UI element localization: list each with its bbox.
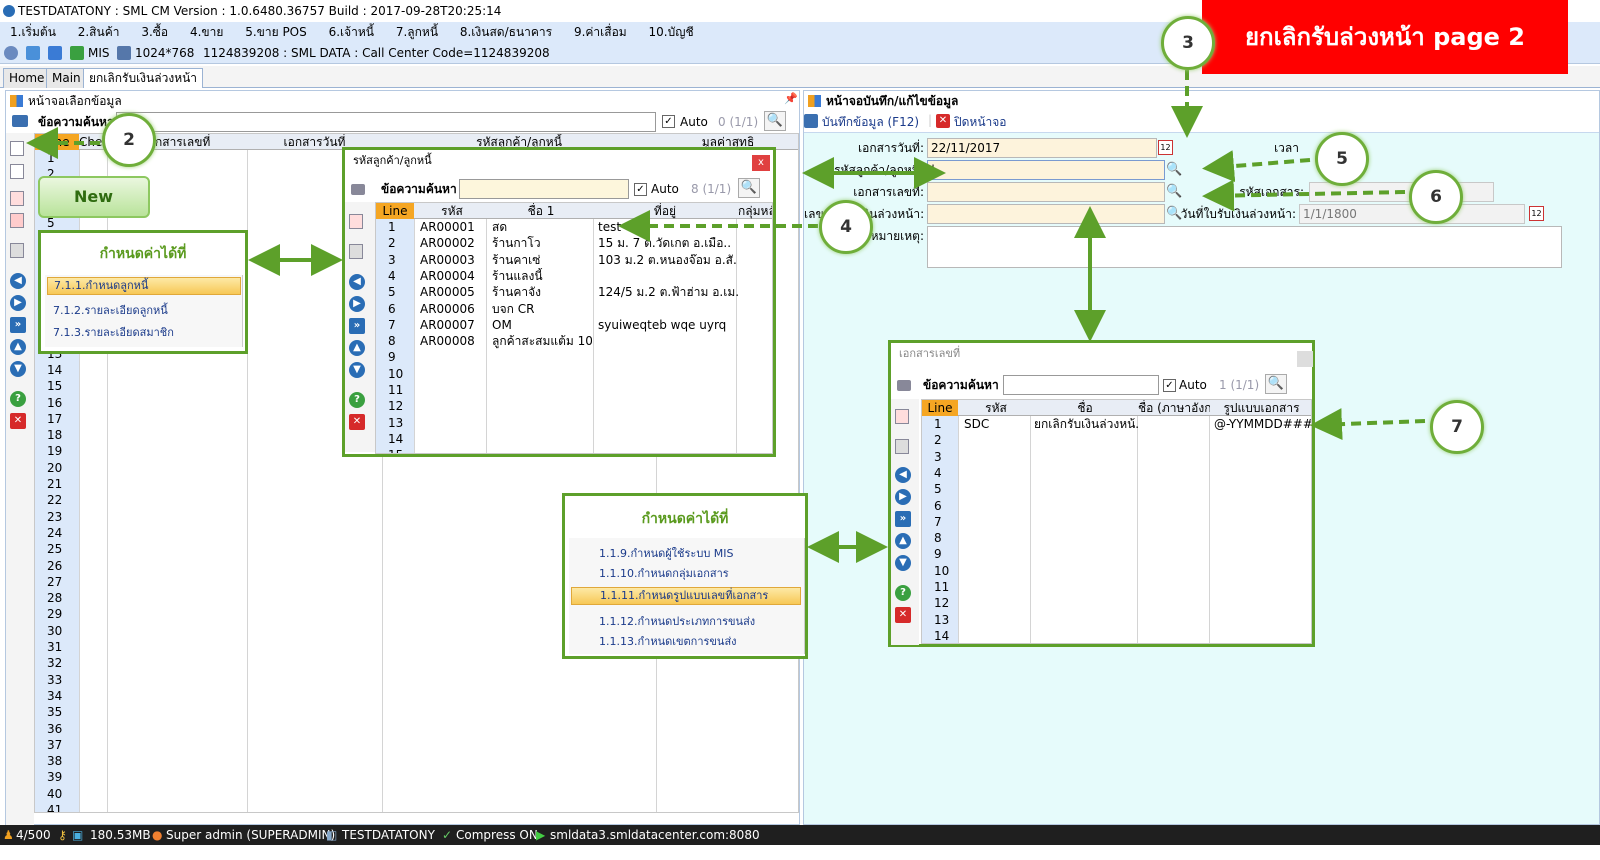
callout-3: 3 [1161, 16, 1215, 70]
status-db: TESTDATATONY [342, 828, 435, 842]
annotation-arrows [26, 70, 1426, 563]
play-icon: ▶ [536, 828, 546, 842]
memory-icon: ▣ [72, 828, 84, 842]
callout-7: 7 [1430, 400, 1484, 454]
status-user: Super admin (SUPERADMIN) [166, 828, 336, 842]
status-server: smldata3.smldatacenter.com:8080 [550, 828, 760, 842]
key-icon: ⚷ [58, 828, 67, 842]
callout-6: 6 [1409, 170, 1463, 224]
status-memory: 180.53MB [90, 828, 151, 842]
user-icon: ● [152, 828, 163, 842]
database-icon: ◧ [326, 828, 338, 842]
callout-4: 4 [819, 200, 873, 254]
status-count: 4/500 [16, 828, 51, 842]
check-icon: ✓ [442, 828, 453, 842]
status-bar: ♟ 4/500 ⚷ ▣ 180.53MB ● Super admin (SUPE… [0, 825, 1600, 845]
callout-5: 5 [1315, 132, 1369, 186]
callout-2: 2 [102, 113, 156, 167]
users-icon: ♟ [3, 828, 14, 842]
status-compress: Compress ON [456, 828, 538, 842]
